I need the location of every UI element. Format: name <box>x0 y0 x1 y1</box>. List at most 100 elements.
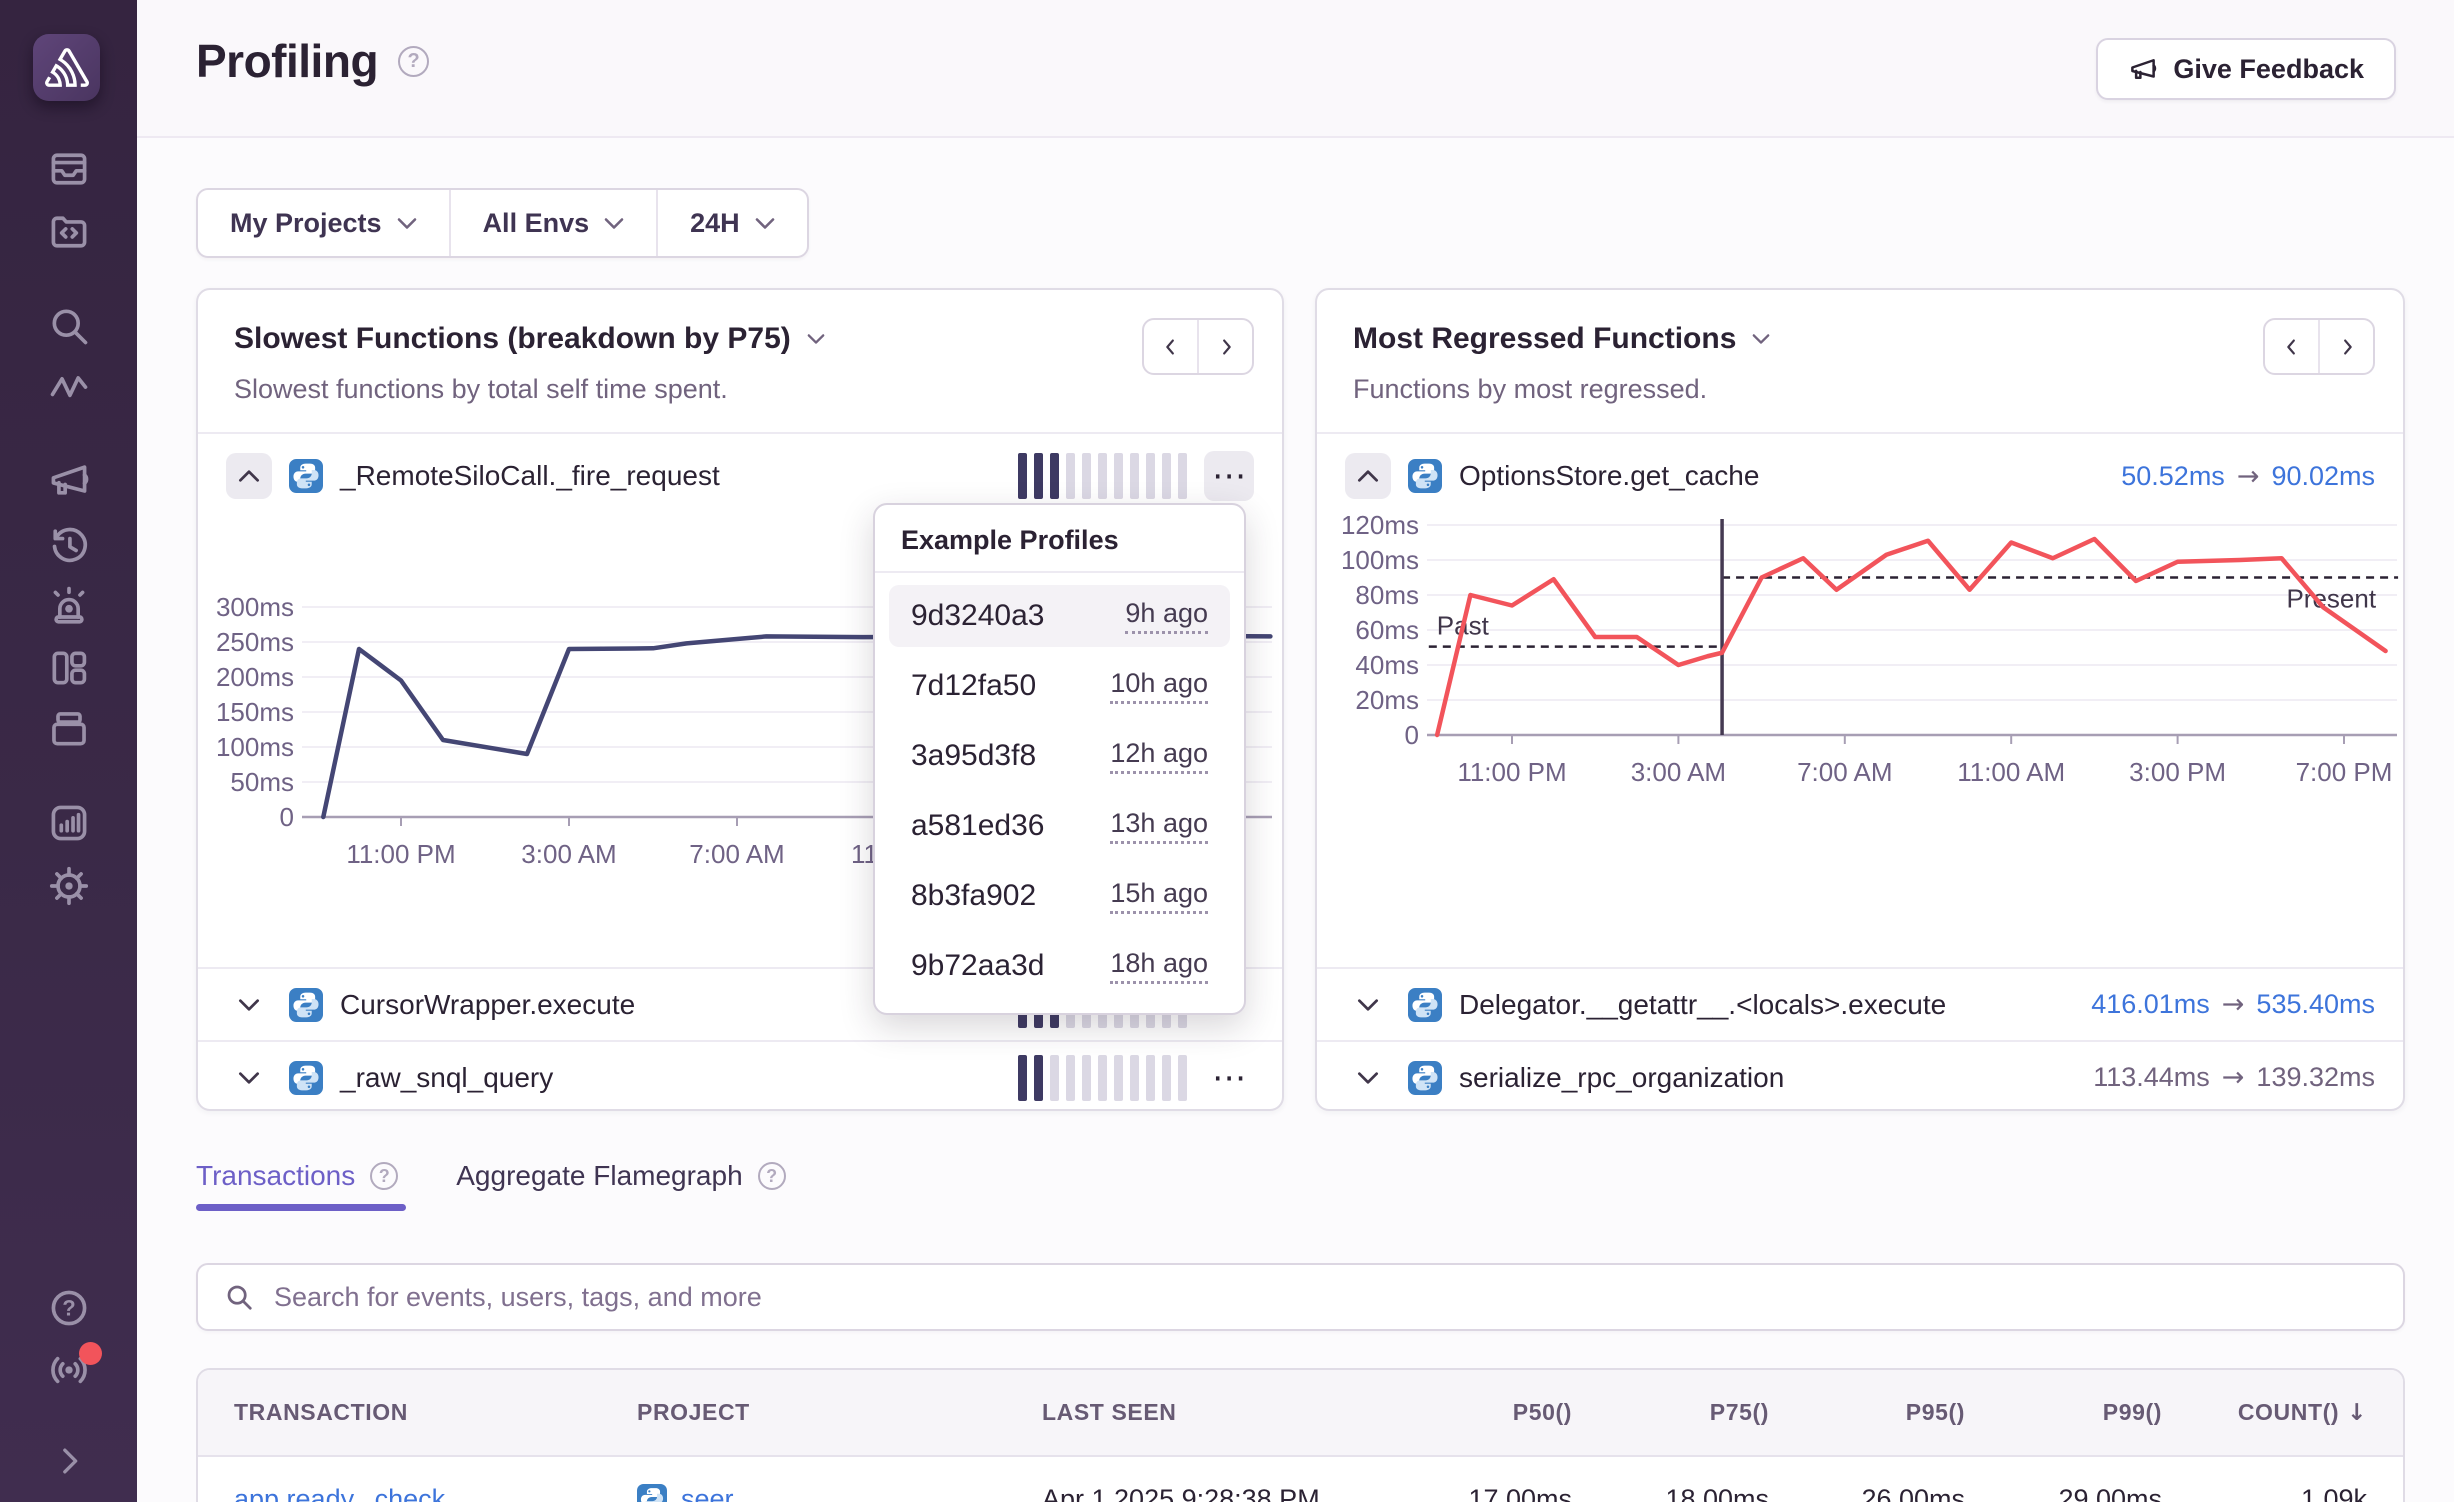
profile-list-item[interactable]: 7d12fa50 10h ago <box>889 655 1230 717</box>
feedback-megaphone-icon <box>47 458 91 502</box>
svg-text:7:00 PM: 7:00 PM <box>2296 757 2393 787</box>
profile-list-item[interactable]: 9b72aa3d 18h ago <box>889 935 1230 997</box>
search-input[interactable] <box>274 1282 2377 1313</box>
column-header-project[interactable]: PROJECT <box>637 1399 1042 1426</box>
column-label: COUNT() <box>2238 1399 2339 1425</box>
profile-time-link: 9h ago <box>1125 598 1208 634</box>
more-options-button[interactable]: ⋯ <box>1204 1053 1254 1103</box>
popover-list: 9d3240a3 9h ago 7d12fa50 10h ago 3a95d3f… <box>875 573 1244 1009</box>
project-cell[interactable]: seer <box>637 1484 1042 1502</box>
profile-time-link: 10h ago <box>1110 668 1208 704</box>
collapse-row-button[interactable] <box>1345 453 1391 499</box>
expand-row-button[interactable] <box>226 982 272 1028</box>
python-project-icon <box>289 1061 323 1095</box>
next-page-button[interactable] <box>1197 320 1252 373</box>
before-duration-link[interactable]: 416.01ms <box>2091 989 2210 1020</box>
sidebar-item-traces[interactable] <box>0 366 137 410</box>
more-options-button[interactable]: ⋯ <box>1204 451 1254 501</box>
sidebar-collapse-toggle[interactable] <box>0 1441 137 1481</box>
popover-title: Example Profiles <box>875 505 1244 573</box>
column-header-p99[interactable]: P99() <box>1965 1399 2162 1426</box>
tab-transactions[interactable]: Transactions ? <box>196 1160 398 1192</box>
transaction-link[interactable]: app.ready._check <box>234 1484 637 1502</box>
sentry-logo[interactable] <box>33 34 100 101</box>
settings-gear-icon <box>47 864 91 908</box>
sidebar-item-explore[interactable] <box>0 210 137 254</box>
arrow-right-icon: → <box>2222 1062 2245 1093</box>
search-bar <box>196 1263 2405 1331</box>
svg-text:100ms: 100ms <box>1341 545 1419 575</box>
projects-filter-dropdown[interactable]: My Projects <box>198 190 449 256</box>
function-row: serialize_rpc_organization 113.44ms → 13… <box>1317 1040 2403 1113</box>
svg-text:7:00 AM: 7:00 AM <box>689 839 784 869</box>
issues-icon <box>47 147 91 191</box>
date-range-filter-value: 24H <box>690 208 740 239</box>
profiling-help-icon[interactable]: ? <box>398 46 429 77</box>
collapse-row-button[interactable] <box>226 453 272 499</box>
sidebar-item-replays[interactable] <box>0 523 137 567</box>
prev-page-button[interactable] <box>2265 320 2318 373</box>
sidebar-item-dashboards[interactable] <box>0 646 137 690</box>
after-duration-link[interactable]: 90.02ms <box>2271 461 2375 492</box>
column-header-p75[interactable]: P75() <box>1572 1399 1769 1426</box>
svg-text:11:00 PM: 11:00 PM <box>1457 757 1566 787</box>
svg-text:150ms: 150ms <box>216 697 294 727</box>
profile-list-item[interactable]: a581ed36 13h ago <box>889 795 1230 857</box>
environment-filter-dropdown[interactable]: All Envs <box>449 190 657 256</box>
sidebar-item-help[interactable]: ? <box>0 1286 137 1330</box>
tab-aggregate-flamegraph[interactable]: Aggregate Flamegraph ? <box>456 1160 785 1192</box>
sidebar-item-stats[interactable] <box>0 801 137 845</box>
count-cell: 1.09k <box>2162 1484 2367 1502</box>
flamegraph-help-icon[interactable]: ? <box>758 1162 786 1190</box>
feedback-button-label: Give Feedback <box>2173 54 2364 85</box>
sidebar-item-user-feedback[interactable] <box>0 458 137 502</box>
prev-page-button[interactable] <box>1144 320 1197 373</box>
profile-id: a581ed36 <box>911 809 1044 843</box>
most-regressed-title-dropdown[interactable]: Most Regressed Functions <box>1353 322 1770 356</box>
table-header-row: TRANSACTION PROJECT LAST SEEN P50() P75(… <box>198 1370 2403 1457</box>
python-project-icon <box>289 459 323 493</box>
svg-text:200ms: 200ms <box>216 662 294 692</box>
function-name: Delegator.__getattr__.<locals>.execute <box>1459 989 1946 1021</box>
svg-text:11:00 AM: 11:00 AM <box>1957 757 2065 787</box>
column-header-count[interactable]: COUNT()↓ <box>2162 1399 2367 1426</box>
column-header-last-seen[interactable]: LAST SEEN <box>1042 1399 1375 1426</box>
expand-row-button[interactable] <box>1345 1055 1391 1101</box>
sidebar-item-whats-new[interactable] <box>0 1348 137 1392</box>
chevron-down-icon <box>807 333 825 345</box>
python-project-icon <box>637 1484 667 1502</box>
python-project-icon <box>1408 988 1442 1022</box>
before-duration-link[interactable]: 50.52ms <box>2121 461 2225 492</box>
profile-list-item[interactable]: 3a95d3f8 12h ago <box>889 725 1230 787</box>
sidebar-item-alerts[interactable] <box>0 584 137 628</box>
replays-history-icon <box>47 523 91 567</box>
profile-id: 9b72aa3d <box>911 949 1044 983</box>
profile-list-item[interactable]: 9d3240a3 9h ago <box>889 585 1230 647</box>
slowest-functions-title-dropdown[interactable]: Slowest Functions (breakdown by P75) <box>234 322 825 356</box>
date-range-filter-dropdown[interactable]: 24H <box>656 190 807 256</box>
expand-row-button[interactable] <box>226 1055 272 1101</box>
sidebar-item-search[interactable] <box>0 304 137 348</box>
expand-row-button[interactable] <box>1345 982 1391 1028</box>
column-header-p50[interactable]: P50() <box>1375 1399 1572 1426</box>
profile-id: 8b3fa902 <box>911 879 1036 913</box>
sidebar-item-releases[interactable] <box>0 707 137 751</box>
profile-list-item[interactable]: 8b3fa902 15h ago <box>889 865 1230 927</box>
page-title: Profiling <box>196 34 378 88</box>
explore-code-folder-icon <box>47 210 91 254</box>
svg-text:Present: Present <box>2286 583 2376 613</box>
profile-time-link: 18h ago <box>1110 948 1208 984</box>
after-duration-link[interactable]: 535.40ms <box>2256 989 2375 1020</box>
svg-text:?: ? <box>62 1295 75 1320</box>
next-page-button[interactable] <box>2318 320 2373 373</box>
svg-text:80ms: 80ms <box>1355 580 1419 610</box>
svg-text:0: 0 <box>1405 720 1419 750</box>
sidebar-item-issues[interactable] <box>0 147 137 191</box>
column-header-p95[interactable]: P95() <box>1769 1399 1965 1426</box>
column-header-transaction[interactable]: TRANSACTION <box>234 1399 637 1426</box>
give-feedback-button[interactable]: Give Feedback <box>2096 38 2396 100</box>
transactions-help-icon[interactable]: ? <box>370 1162 398 1190</box>
alerts-siren-icon <box>47 584 91 628</box>
sidebar-item-settings[interactable] <box>0 864 137 908</box>
svg-text:7:00 AM: 7:00 AM <box>1797 757 1892 787</box>
